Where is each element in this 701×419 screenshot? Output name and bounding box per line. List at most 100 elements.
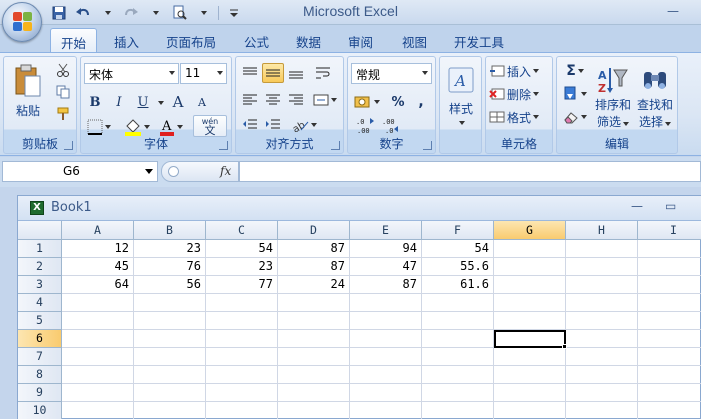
- active-cell-g6[interactable]: [494, 330, 566, 348]
- formula-bar-grip-icon[interactable]: [168, 166, 179, 177]
- cell-g2[interactable]: [494, 258, 566, 276]
- workbook-minimize-icon[interactable]: —: [631, 199, 643, 213]
- underline-button[interactable]: U: [132, 92, 154, 112]
- cell-c5[interactable]: [206, 312, 278, 330]
- cell-i3[interactable]: [638, 276, 701, 294]
- align-center-button[interactable]: [262, 90, 284, 110]
- cell-f9[interactable]: [422, 384, 494, 402]
- cell-h2[interactable]: [566, 258, 638, 276]
- cell-c6[interactable]: [206, 330, 278, 348]
- increase-decimal-button[interactable]: .0.00: [353, 115, 377, 135]
- cell-d2[interactable]: 87: [278, 258, 350, 276]
- decrease-decimal-button[interactable]: .00.0: [379, 115, 403, 135]
- cell-h5[interactable]: [566, 312, 638, 330]
- cell-d4[interactable]: [278, 294, 350, 312]
- name-box[interactable]: G6: [2, 161, 158, 182]
- cell-h7[interactable]: [566, 348, 638, 366]
- cell-g3[interactable]: [494, 276, 566, 294]
- cell-g9[interactable]: [494, 384, 566, 402]
- fill-color-button[interactable]: [121, 117, 153, 137]
- insert-cells-button[interactable]: 插入: [488, 61, 550, 81]
- cell-c10[interactable]: [206, 402, 278, 419]
- cell-i4[interactable]: [638, 294, 701, 312]
- formula-input[interactable]: [239, 161, 701, 182]
- italic-button[interactable]: I: [108, 92, 130, 112]
- cell-i8[interactable]: [638, 366, 701, 384]
- sort-filter-button[interactable]: AZ 排序和 筛选: [593, 60, 633, 136]
- percent-button[interactable]: %: [387, 92, 409, 112]
- cell-e1[interactable]: 94: [350, 240, 422, 258]
- middle-align-button[interactable]: [262, 63, 284, 83]
- cell-h1[interactable]: [566, 240, 638, 258]
- cell-i6[interactable]: [638, 330, 701, 348]
- cell-h9[interactable]: [566, 384, 638, 402]
- bottom-align-button[interactable]: [285, 63, 307, 83]
- alignment-launcher-icon[interactable]: [331, 141, 340, 150]
- cell-e9[interactable]: [350, 384, 422, 402]
- row-header-4[interactable]: 4: [18, 294, 62, 312]
- row-header-1[interactable]: 1: [18, 240, 62, 258]
- cell-f2[interactable]: 55.6: [422, 258, 494, 276]
- cell-h8[interactable]: [566, 366, 638, 384]
- workbook-restore-icon[interactable]: ▭: [665, 199, 676, 213]
- cell-e2[interactable]: 47: [350, 258, 422, 276]
- cell-c2[interactable]: 23: [206, 258, 278, 276]
- cell-b8[interactable]: [134, 366, 206, 384]
- column-header-c[interactable]: C: [206, 221, 278, 240]
- ribbon-minimize-icon[interactable]: —: [667, 4, 679, 18]
- cell-d8[interactable]: [278, 366, 350, 384]
- cell-f3[interactable]: 61.6: [422, 276, 494, 294]
- cell-i1[interactable]: [638, 240, 701, 258]
- cell-i5[interactable]: [638, 312, 701, 330]
- cell-a4[interactable]: [62, 294, 134, 312]
- align-right-button[interactable]: [285, 90, 307, 110]
- font-size-select[interactable]: 11: [180, 63, 227, 84]
- cell-e10[interactable]: [350, 402, 422, 419]
- cell-c8[interactable]: [206, 366, 278, 384]
- tab-insert[interactable]: 插入: [104, 28, 149, 53]
- column-header-b[interactable]: B: [134, 221, 206, 240]
- cell-f6[interactable]: [422, 330, 494, 348]
- insert-function-button[interactable]: fx: [220, 164, 231, 178]
- cell-f4[interactable]: [422, 294, 494, 312]
- cell-b10[interactable]: [134, 402, 206, 419]
- cell-b9[interactable]: [134, 384, 206, 402]
- cell-d10[interactable]: [278, 402, 350, 419]
- delete-cells-button[interactable]: 删除: [488, 84, 550, 104]
- font-launcher-icon[interactable]: [219, 141, 228, 150]
- cell-a10[interactable]: [62, 402, 134, 419]
- column-header-h[interactable]: H: [566, 221, 638, 240]
- cell-d9[interactable]: [278, 384, 350, 402]
- cell-b5[interactable]: [134, 312, 206, 330]
- row-header-2[interactable]: 2: [18, 258, 62, 276]
- font-name-select[interactable]: 宋体: [84, 63, 179, 84]
- grow-font-button[interactable]: A: [167, 92, 189, 112]
- styles-button[interactable]: A 样式: [442, 60, 480, 130]
- cell-h10[interactable]: [566, 402, 638, 419]
- cell-b1[interactable]: 23: [134, 240, 206, 258]
- align-left-button[interactable]: [239, 90, 261, 110]
- column-header-a[interactable]: A: [62, 221, 134, 240]
- top-align-button[interactable]: [239, 63, 261, 83]
- shrink-font-button[interactable]: A: [191, 92, 213, 112]
- cell-f1[interactable]: 54: [422, 240, 494, 258]
- office-button[interactable]: [2, 2, 42, 42]
- cell-a1[interactable]: 12: [62, 240, 134, 258]
- cell-g10[interactable]: [494, 402, 566, 419]
- tab-data[interactable]: 数据: [286, 28, 331, 53]
- number-format-select[interactable]: 常规: [351, 63, 432, 84]
- name-box-dropdown-icon[interactable]: [145, 169, 153, 174]
- format-painter-icon[interactable]: [56, 107, 70, 121]
- cell-g4[interactable]: [494, 294, 566, 312]
- cell-c1[interactable]: 54: [206, 240, 278, 258]
- number-launcher-icon[interactable]: [423, 141, 432, 150]
- cell-a2[interactable]: 45: [62, 258, 134, 276]
- cell-a3[interactable]: 64: [62, 276, 134, 294]
- clear-button[interactable]: [559, 107, 591, 127]
- column-header-g[interactable]: G: [494, 221, 566, 240]
- cell-i7[interactable]: [638, 348, 701, 366]
- cell-i9[interactable]: [638, 384, 701, 402]
- cell-e8[interactable]: [350, 366, 422, 384]
- cell-f5[interactable]: [422, 312, 494, 330]
- cell-g7[interactable]: [494, 348, 566, 366]
